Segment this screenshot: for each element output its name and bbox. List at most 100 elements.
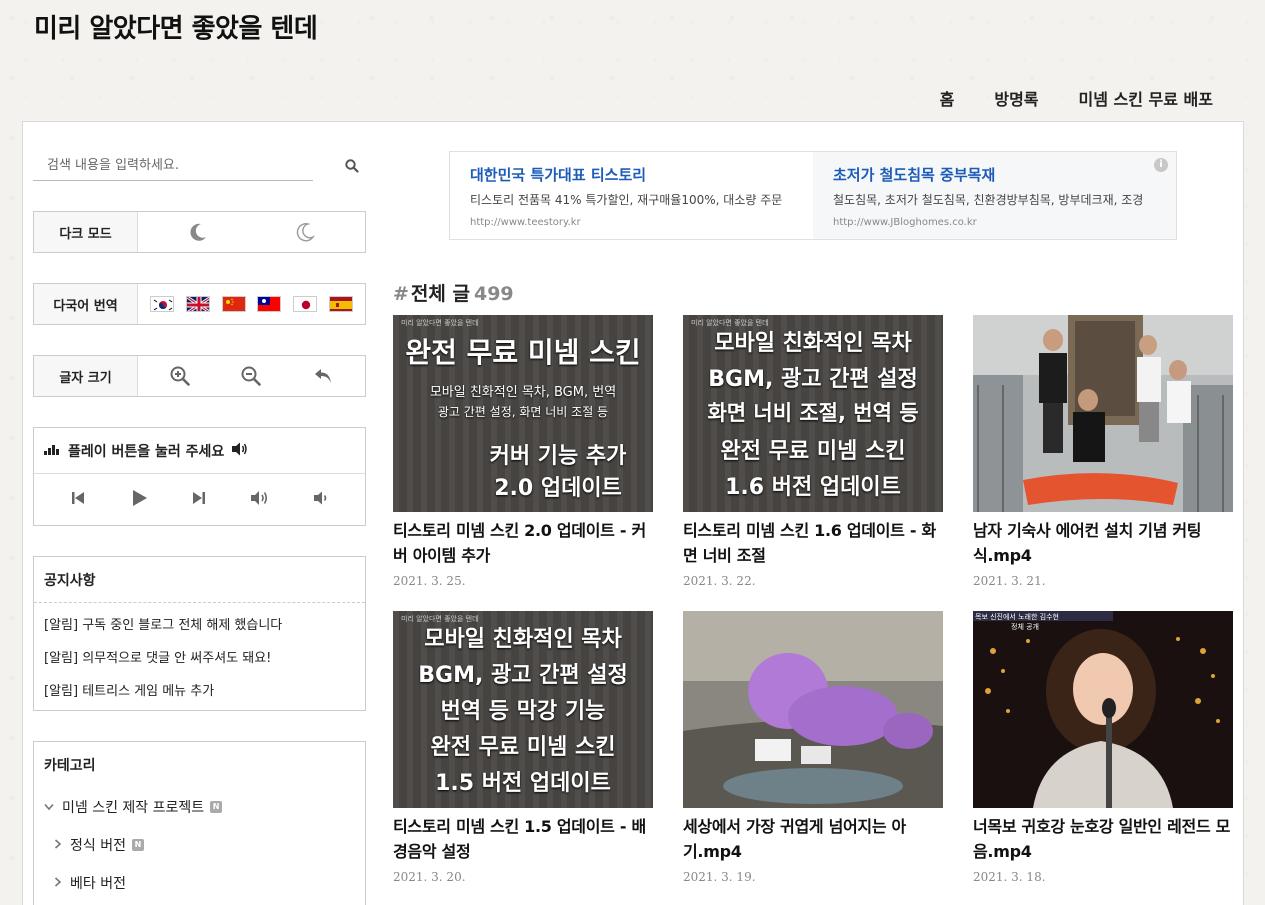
post-card[interactable]: 미리 알았다면 좋았을 텐데 모바일 친화적인 목차 BGM, 광고 간편 설정… <box>393 611 653 884</box>
post-thumbnail[interactable] <box>683 611 943 808</box>
post-title[interactable]: 세상에서 가장 귀엽게 넘어지는 아기.mp4 <box>683 814 943 864</box>
post-date: 2021. 3. 20. <box>393 870 466 884</box>
undo-icon[interactable] <box>310 363 336 389</box>
moon-filled-icon[interactable] <box>185 219 211 245</box>
player-prompt: 플레이 버튼을 눌러 주세요 <box>68 443 225 460</box>
top-nav: 홈 방명록 미넴 스킨 무료 배포 <box>900 86 1213 110</box>
hash-icon: # <box>393 283 409 305</box>
post-card[interactable]: 목보 신진에서 노래한 김수현 정체 공개 너목보 귀호강 눈호강 일반인 레전… <box>973 611 1233 884</box>
ad-info-icon[interactable]: i <box>1154 158 1168 172</box>
singer-photo <box>973 611 1233 808</box>
post-date: 2021. 3. 21. <box>973 574 1046 588</box>
post-card[interactable]: 세상에서 가장 귀엽게 넘어지는 아기.mp4 2021. 3. 19. <box>683 611 943 884</box>
ad-banner: 대한민국 특가대표 티스토리 티스토리 전품목 41% 특가할인, 재구매율10… <box>449 151 1177 240</box>
new-badge: N <box>131 839 144 851</box>
ad-unit[interactable]: 초저가 철도침목 중부목재 철도침목, 초저가 철도침목, 친환경방부침목, 방… <box>813 152 1176 239</box>
font-size-panel: 글자 크기 <box>33 355 366 397</box>
ad-title[interactable]: 초저가 철도침목 중부목재 <box>833 164 1156 185</box>
japan-flag-icon[interactable] <box>293 296 318 312</box>
category-label: 정식 버전 <box>70 838 126 854</box>
post-date: 2021. 3. 18. <box>973 870 1046 884</box>
thumb-text: 완전 무료 미넴 스킨 <box>430 735 616 760</box>
ad-title[interactable]: 대한민국 특가대표 티스토리 <box>470 164 793 185</box>
post-title[interactable]: 티스토리 미넴 스킨 1.5 업데이트 - 배경음악 설정 <box>393 814 653 864</box>
category-label: 베타 버전 <box>70 876 126 892</box>
speaker-icon <box>230 441 248 461</box>
nav-home[interactable]: 홈 <box>940 86 955 110</box>
post-thumbnail[interactable]: 미리 알았다면 좋았을 텐데 완전 무료 미넴 스킨 모바일 친화적인 목차, … <box>393 315 653 512</box>
chevron-right-icon <box>54 875 62 891</box>
notice-item[interactable]: [알림] 구독 중인 블로그 전체 해제 했습니다 <box>44 609 355 642</box>
volume-up-icon[interactable] <box>247 485 273 511</box>
dark-mode-panel: 다크 모드 <box>33 211 366 253</box>
nav-guestbook[interactable]: 방명록 <box>994 86 1038 110</box>
zoom-out-icon[interactable] <box>238 363 264 389</box>
thumb-text: 광고 간편 설정, 화면 너비 조절 등 <box>437 405 609 419</box>
post-thumbnail[interactable]: 미리 알았다면 좋았을 텐데 모바일 친화적인 목차 BGM, 광고 간편 설정… <box>683 315 943 512</box>
volume-down-icon[interactable] <box>308 485 334 511</box>
taiwan-flag-icon[interactable] <box>257 296 282 312</box>
post-thumbnail[interactable]: 목보 신진에서 노래한 김수현 정체 공개 <box>973 611 1233 808</box>
ad-description: 철도침목, 초저가 철도침목, 친환경방부침목, 방부데크재, 조경 <box>833 193 1144 207</box>
blog-title[interactable]: 미리 알았다면 좋았을 텐데 <box>34 8 318 45</box>
next-track-icon[interactable] <box>186 485 212 511</box>
chevron-down-icon <box>44 799 54 815</box>
thumb-text: 2.0 업데이트 <box>494 476 622 501</box>
post-title[interactable]: 너목보 귀호강 눈호강 일반인 레전드 모음.mp4 <box>973 814 1233 864</box>
post-card[interactable]: 미리 알았다면 좋았을 텐데 모바일 친화적인 목차 BGM, 광고 간편 설정… <box>683 315 943 588</box>
thumb-caption: 미리 알았다면 좋았을 텐데 <box>401 319 479 327</box>
player-header: 플레이 버튼을 눌러 주세요 <box>34 428 365 474</box>
section-title: 전체 글 <box>410 283 470 305</box>
play-icon[interactable] <box>126 485 152 511</box>
post-thumbnail[interactable]: 미리 알았다면 좋았을 텐데 모바일 친화적인 목차 BGM, 광고 간편 설정… <box>393 611 653 808</box>
spain-flag-icon[interactable] <box>329 296 354 312</box>
thumb-text: 완전 무료 미넴 스킨 <box>720 439 906 464</box>
equalizer-icon <box>44 443 62 459</box>
thumb-text: 모바일 친화적인 목차 <box>714 331 912 356</box>
category-item-beta[interactable]: 베타 버전 <box>44 864 365 902</box>
thumb-text: 1.6 버전 업데이트 <box>725 475 901 500</box>
search-icon[interactable] <box>344 158 360 174</box>
china-flag-icon[interactable] <box>221 296 246 312</box>
bgm-player: 플레이 버튼을 눌러 주세요 <box>33 427 366 526</box>
thumb-text: 커버 기능 추가 <box>489 444 627 469</box>
moon-outline-icon[interactable] <box>292 219 318 245</box>
post-date: 2021. 3. 25. <box>393 574 466 588</box>
post-list-heading: # 전체 글 499 <box>393 279 514 306</box>
category-title: 카테고리 <box>44 758 96 774</box>
search-input[interactable] <box>33 150 313 181</box>
dark-mode-label: 다크 모드 <box>34 212 138 252</box>
thumb-text: 모바일 친화적인 목차 <box>424 627 622 652</box>
post-title[interactable]: 티스토리 미넴 스킨 1.6 업데이트 - 화면 너비 조절 <box>683 518 943 568</box>
korea-flag-icon[interactable] <box>149 296 174 312</box>
post-card[interactable]: 남자 기숙사 에어컨 설치 기념 커팅식.mp4 2021. 3. 21. <box>973 315 1233 588</box>
category-panel: 카테고리 미넴 스킨 제작 프로젝트 N 정식 버전 N 베타 버전 <box>33 741 366 905</box>
uk-flag-icon[interactable] <box>185 296 210 312</box>
notice-panel: 공지사항 [알림] 구독 중인 블로그 전체 해제 했습니다 [알림] 의무적으… <box>33 556 366 711</box>
post-card[interactable]: 미리 알았다면 좋았을 텐데 완전 무료 미넴 스킨 모바일 친화적인 목차, … <box>393 315 653 588</box>
post-count: 499 <box>473 283 514 305</box>
translate-label: 다국어 번역 <box>34 284 138 324</box>
category-label: 미넴 스킨 제작 프로젝트 <box>62 800 205 816</box>
post-thumbnail[interactable] <box>973 315 1233 512</box>
notice-item[interactable]: [알림] 테트리스 게임 메뉴 추가 <box>44 675 355 708</box>
font-size-label: 글자 크기 <box>34 356 138 396</box>
post-date: 2021. 3. 19. <box>683 870 756 884</box>
zoom-in-icon[interactable] <box>167 363 193 389</box>
search-box <box>33 150 366 182</box>
nav-skin-download[interactable]: 미넴 스킨 무료 배포 <box>1079 86 1213 110</box>
thumb-caption: 목보 신진에서 노래한 김수현 <box>975 613 1059 621</box>
translate-panel: 다국어 번역 <box>33 283 366 325</box>
category-item-release[interactable]: 정식 버전 N <box>44 826 365 864</box>
chevron-right-icon <box>54 837 62 853</box>
previous-track-icon[interactable] <box>65 485 91 511</box>
category-item-skin-project[interactable]: 미넴 스킨 제작 프로젝트 N <box>44 788 365 826</box>
ad-unit[interactable]: 대한민국 특가대표 티스토리 티스토리 전품목 41% 특가할인, 재구매율10… <box>450 152 813 239</box>
thumb-text: 화면 너비 조절, 번역 등 <box>707 401 919 425</box>
notice-item[interactable]: [알림] 의무적으로 댓글 안 써주셔도 돼요! <box>44 642 355 675</box>
post-title[interactable]: 남자 기숙사 에어컨 설치 기념 커팅식.mp4 <box>973 518 1233 568</box>
thumb-text: 1.5 버전 업데이트 <box>435 771 611 796</box>
post-title[interactable]: 티스토리 미넴 스킨 2.0 업데이트 - 커버 아이템 추가 <box>393 518 653 568</box>
ad-url: http://www.JBloghomes.co.kr <box>833 217 977 228</box>
ad-description: 티스토리 전품목 41% 특가할인, 재구매율100%, 대소량 주문 <box>470 193 783 207</box>
